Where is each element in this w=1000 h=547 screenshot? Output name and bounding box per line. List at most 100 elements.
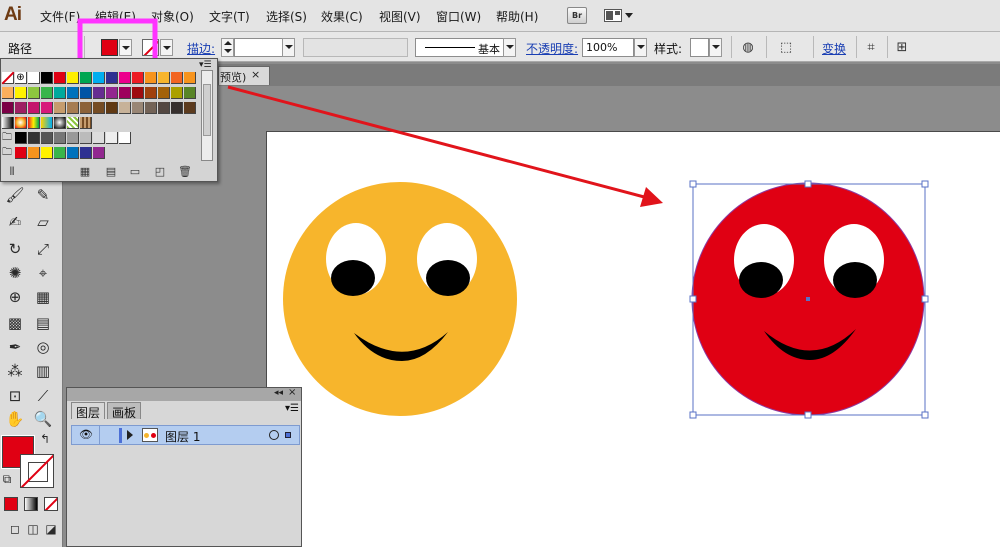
color-swatch[interactable] [54, 87, 66, 99]
column-graph-tool-icon[interactable]: ▥ [32, 360, 54, 382]
color-swatch[interactable] [54, 102, 66, 114]
color-swatch[interactable] [41, 147, 53, 159]
symbol-sprayer-tool-icon[interactable]: ⁂ [4, 360, 26, 382]
color-swatch[interactable] [41, 132, 53, 144]
menu-type[interactable]: 文字(T) [209, 8, 250, 25]
zoom-tool-icon[interactable]: 🔍 [32, 408, 54, 430]
fill-color-swatch[interactable] [101, 39, 118, 56]
color-swatch[interactable] [171, 87, 183, 99]
brush-definition-select[interactable]: 基本 [415, 38, 516, 57]
menu-effect[interactable]: 效果(C) [321, 8, 363, 25]
color-swatch[interactable] [67, 117, 79, 129]
color-mode-icon[interactable] [4, 497, 18, 511]
bridge-button[interactable]: Br [567, 7, 587, 24]
resize-handle[interactable] [804, 411, 812, 419]
shape-builder-tool-icon[interactable]: ⊕ [4, 286, 26, 308]
isolate-group-icon[interactable]: ⌗ [863, 40, 879, 56]
color-swatch[interactable] [158, 72, 170, 84]
color-swatch[interactable] [28, 132, 40, 144]
color-swatch[interactable] [80, 102, 92, 114]
default-colors-icon[interactable]: ⧉ [0, 472, 14, 486]
close-icon[interactable]: × [251, 68, 260, 81]
color-swatch[interactable] [80, 87, 92, 99]
color-swatch[interactable] [145, 102, 157, 114]
color-swatch[interactable] [171, 102, 183, 114]
trash-icon[interactable]: 🗑 [178, 165, 192, 178]
resize-handle[interactable] [689, 411, 697, 419]
document-tab[interactable]: 预览) × [218, 66, 270, 85]
blend-tool-icon[interactable]: ◎ [32, 336, 54, 358]
selection-indicator[interactable] [285, 432, 291, 438]
color-swatch[interactable] [80, 147, 92, 159]
color-swatch[interactable] [67, 147, 79, 159]
none-mode-icon[interactable] [44, 497, 58, 511]
eraser-tool-icon[interactable]: ▱ [32, 211, 54, 233]
color-swatch[interactable] [158, 87, 170, 99]
menu-window[interactable]: 窗口(W) [436, 8, 481, 25]
layer-name[interactable]: 图层 1 [165, 428, 200, 445]
swatch-libraries-icon[interactable]: ⫴ [5, 165, 19, 179]
color-swatch[interactable] [171, 72, 183, 84]
color-group-folder-icon[interactable]: 🗀 [2, 132, 14, 144]
color-swatch[interactable] [93, 147, 105, 159]
stroke-panel-link[interactable]: 描边: [187, 40, 215, 57]
resize-handle[interactable] [921, 295, 929, 303]
panel-options-icon[interactable]: ⊞ [894, 40, 910, 56]
resize-handle[interactable] [689, 180, 697, 188]
color-swatch[interactable] [41, 87, 53, 99]
free-transform-tool-icon[interactable]: ⌖ [32, 262, 54, 284]
color-swatch[interactable] [132, 72, 144, 84]
none-swatch[interactable] [1, 71, 15, 85]
variable-width-profile[interactable] [303, 38, 408, 57]
yellow-smiley-face[interactable] [283, 182, 517, 416]
color-swatch[interactable] [54, 72, 66, 84]
swatch-options-icon[interactable]: ▤ [104, 165, 118, 178]
resize-handle[interactable] [689, 295, 697, 303]
color-swatch[interactable] [67, 102, 79, 114]
tab-artboards[interactable]: 画板 [107, 402, 142, 420]
swatch-scrollbar[interactable] [201, 70, 213, 161]
stroke-weight-dropdown[interactable] [282, 38, 295, 57]
color-swatch[interactable] [145, 72, 157, 84]
menu-view[interactable]: 视图(V) [379, 8, 421, 25]
color-swatch[interactable] [41, 72, 53, 84]
registration-swatch[interactable]: ⊕ [15, 72, 27, 84]
color-swatch[interactable] [184, 72, 196, 84]
panel-header[interactable]: ◂◂ × [67, 387, 301, 401]
artboard-tool-icon[interactable]: ⊡ [4, 385, 26, 407]
scale-tool-icon[interactable]: ⤢ [32, 238, 54, 260]
eye-icon[interactable]: 👁 [79, 428, 93, 442]
layer-row[interactable]: 👁 图层 1 [71, 425, 300, 445]
color-group-folder-icon[interactable]: 🗀 [2, 147, 14, 159]
swap-colors-icon[interactable]: ↰ [38, 432, 52, 446]
color-swatch[interactable] [93, 72, 105, 84]
color-swatch[interactable] [145, 87, 157, 99]
scrollbar-thumb[interactable] [203, 84, 211, 136]
color-swatch[interactable] [15, 132, 27, 144]
menu-help[interactable]: 帮助(H) [496, 8, 538, 25]
color-swatch[interactable] [132, 102, 144, 114]
show-swatch-kinds-icon[interactable]: ▦ [78, 165, 92, 178]
color-swatch[interactable] [67, 72, 79, 84]
perspective-grid-tool-icon[interactable]: ▦ [32, 286, 54, 308]
brush-dropdown[interactable] [503, 38, 516, 57]
color-swatch[interactable] [28, 87, 40, 99]
stroke-weight-field[interactable] [234, 38, 284, 57]
draw-inside-icon[interactable]: ◪ [40, 518, 62, 540]
tab-layers[interactable]: 图层 [71, 402, 106, 420]
arrange-documents-button[interactable] [604, 7, 634, 24]
color-swatch[interactable] [15, 102, 27, 114]
menu-edit[interactable]: 编辑(E) [95, 8, 136, 25]
color-swatch[interactable] [119, 102, 131, 114]
color-swatch[interactable] [67, 87, 79, 99]
color-swatch[interactable] [106, 102, 118, 114]
color-swatch[interactable] [184, 87, 196, 99]
color-swatch[interactable] [119, 87, 131, 99]
gradient-tool-icon[interactable]: ▤ [32, 312, 54, 334]
color-swatch[interactable] [106, 132, 118, 144]
color-swatch[interactable] [132, 87, 144, 99]
stroke-color-box[interactable] [20, 454, 54, 488]
collapse-panel-icon[interactable]: ◂◂ [274, 388, 283, 398]
new-color-group-icon[interactable]: ▭ [128, 165, 142, 178]
style-dropdown[interactable] [709, 38, 722, 57]
